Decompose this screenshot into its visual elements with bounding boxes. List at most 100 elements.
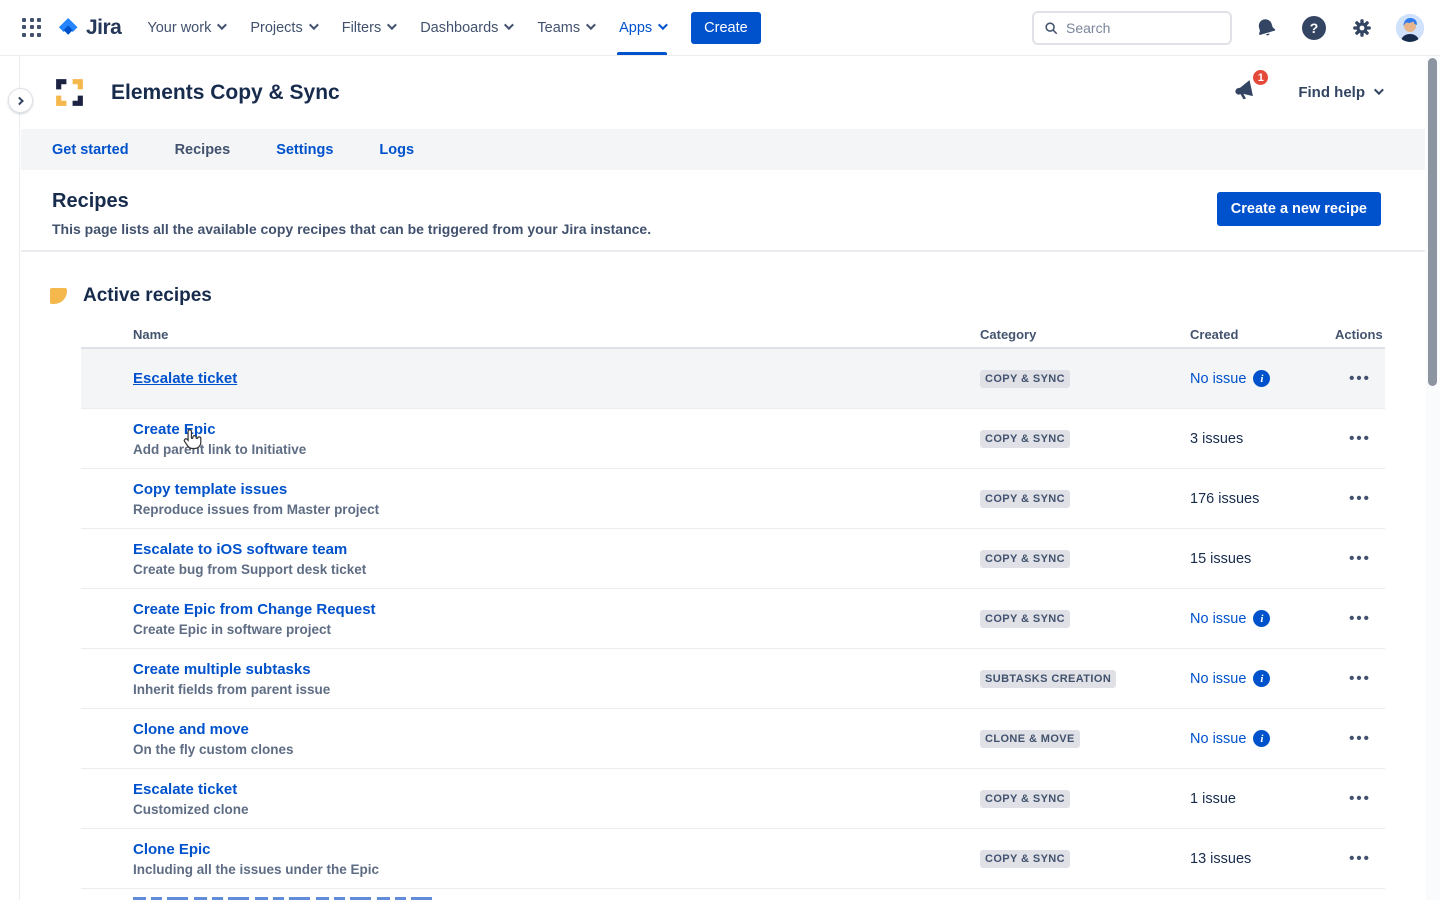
top-navigation: Jira Your work Projects Filters Dashboar… [0, 0, 1440, 56]
row-actions-button[interactable]: ••• [1335, 430, 1385, 447]
table-row: Create Epic from Change Request Create E… [81, 589, 1385, 649]
chevron-down-icon [658, 20, 668, 30]
search-icon [1044, 20, 1058, 36]
created-value: 15 issues [1190, 551, 1251, 567]
recipe-name-cell: Create Epic Add parent link to Initiativ… [133, 421, 980, 457]
recipe-link[interactable]: Create Epic [133, 421, 216, 438]
table-row: Escalate to iOS software team Create bug… [81, 529, 1385, 589]
scrollbar-thumb[interactable] [1428, 58, 1437, 386]
page-title: Recipes [52, 190, 651, 213]
recipe-link[interactable]: Escalate ticket [133, 370, 237, 387]
recipe-link[interactable]: Clone Epic [133, 841, 211, 858]
info-icon[interactable]: i [1253, 670, 1270, 687]
nav-your-work[interactable]: Your work [147, 0, 224, 55]
nav-label: Filters [342, 20, 381, 36]
category-badge: COPY & SYNC [980, 550, 1070, 568]
created-cell: No issue i [1190, 610, 1335, 627]
recipe-description: Add parent link to Initiative [133, 442, 980, 457]
table-body: Escalate ticket COPY & SYNC No issue i •… [81, 349, 1385, 889]
nav-filters[interactable]: Filters [342, 0, 394, 55]
row-actions-button[interactable]: ••• [1335, 550, 1385, 567]
recipe-link[interactable]: Create Epic from Change Request [133, 601, 376, 618]
tab-settings[interactable]: Settings [276, 142, 333, 158]
table-row: Clone Epic Including all the issues unde… [81, 829, 1385, 889]
row-actions-button[interactable]: ••• [1335, 790, 1385, 807]
nav-teams[interactable]: Teams [537, 0, 593, 55]
question-mark-icon: ? [1302, 16, 1326, 40]
table-row: Create multiple subtasks Inherit fields … [81, 649, 1385, 709]
recipe-name-cell: Escalate to iOS software team Create bug… [133, 541, 980, 577]
page-scrollbar[interactable] [1426, 56, 1440, 900]
recipe-description: Create bug from Support desk ticket [133, 562, 980, 577]
recipe-name-cell: Copy template issues Reproduce issues fr… [133, 481, 980, 517]
recipe-link[interactable]: Copy template issues [133, 481, 287, 498]
recipe-name-cell: Create multiple subtasks Inherit fields … [133, 661, 980, 697]
nav-label: Teams [537, 20, 580, 36]
recipes-table: Name Category Created Actions Escalate t… [81, 321, 1385, 900]
table-row: Escalate ticket COPY & SYNC No issue i •… [81, 349, 1385, 409]
created-value: 13 issues [1190, 851, 1251, 867]
info-icon[interactable]: i [1253, 730, 1270, 747]
row-actions-button[interactable]: ••• [1335, 670, 1385, 687]
tab-recipes[interactable]: Recipes [175, 142, 231, 158]
page-description: This page lists all the available copy r… [52, 221, 651, 237]
user-avatar[interactable] [1396, 14, 1424, 42]
app-header-right: 1 Find help [1232, 77, 1381, 108]
table-header-row: Name Category Created Actions [81, 321, 1385, 349]
find-help-dropdown[interactable]: Find help [1298, 84, 1381, 101]
search-input[interactable] [1066, 20, 1220, 36]
bell-icon [1255, 17, 1277, 39]
category-badge: CLONE & MOVE [980, 730, 1080, 748]
create-new-recipe-button[interactable]: Create a new recipe [1217, 192, 1381, 226]
notifications-button[interactable] [1252, 14, 1280, 42]
info-icon[interactable]: i [1253, 370, 1270, 387]
created-value: 176 issues [1190, 491, 1259, 507]
row-actions-button[interactable]: ••• [1335, 370, 1385, 387]
app-shell: Elements Copy & Sync 1 Find help G [0, 56, 1440, 900]
nav-dashboards[interactable]: Dashboards [420, 0, 511, 55]
help-button[interactable]: ? [1300, 14, 1328, 42]
sidebar-expand-button[interactable] [8, 88, 33, 113]
row-actions-button[interactable]: ••• [1335, 730, 1385, 747]
main-panel: Elements Copy & Sync 1 Find help G [21, 56, 1425, 900]
global-search[interactable] [1032, 11, 1232, 45]
category-badge: COPY & SYNC [980, 370, 1070, 388]
tab-get-started[interactable]: Get started [52, 142, 129, 158]
recipe-description: On the fly custom clones [133, 742, 980, 757]
recipe-link[interactable]: Escalate to iOS software team [133, 541, 347, 558]
created-cell: 3 issues i [1190, 431, 1335, 447]
recipe-link[interactable]: Clone and move [133, 721, 249, 738]
recipe-label-icon [50, 288, 67, 304]
announcements-button[interactable]: 1 [1232, 77, 1258, 108]
jira-logo[interactable]: Jira [56, 16, 121, 40]
category-badge: COPY & SYNC [980, 490, 1070, 508]
chevron-down-icon [217, 20, 227, 30]
created-cell: No issue i [1190, 730, 1335, 747]
recipe-description: Reproduce issues from Master project [133, 502, 980, 517]
nav-projects[interactable]: Projects [250, 0, 315, 55]
created-value: 3 issues [1190, 431, 1243, 447]
brand-name: Jira [86, 16, 121, 40]
chevron-down-icon [309, 20, 319, 30]
recipe-name-cell: Create Epic from Change Request Create E… [133, 601, 980, 637]
created-value: No issue [1190, 731, 1246, 747]
create-button[interactable]: Create [691, 12, 761, 44]
recipe-link[interactable]: Create multiple subtasks [133, 661, 311, 678]
gear-icon [1351, 17, 1373, 39]
recipe-description: Including all the issues under the Epic [133, 862, 980, 877]
created-value: No issue [1190, 371, 1246, 387]
info-icon[interactable]: i [1253, 610, 1270, 627]
row-actions-button[interactable]: ••• [1335, 490, 1385, 507]
recipe-name-cell: Escalate ticket Customized clone [133, 781, 980, 817]
chevron-down-icon [387, 20, 397, 30]
row-actions-button[interactable]: ••• [1335, 850, 1385, 867]
nav-apps[interactable]: Apps [619, 0, 665, 55]
recipe-link[interactable]: Escalate ticket [133, 781, 237, 798]
app-switcher-icon[interactable] [22, 18, 42, 38]
recipe-description: Create Epic in software project [133, 622, 980, 637]
created-cell: 1 issue i [1190, 791, 1335, 807]
tab-logs[interactable]: Logs [379, 142, 414, 158]
row-actions-button[interactable]: ••• [1335, 610, 1385, 627]
settings-button[interactable] [1348, 14, 1376, 42]
created-cell: 176 issues i [1190, 491, 1335, 507]
